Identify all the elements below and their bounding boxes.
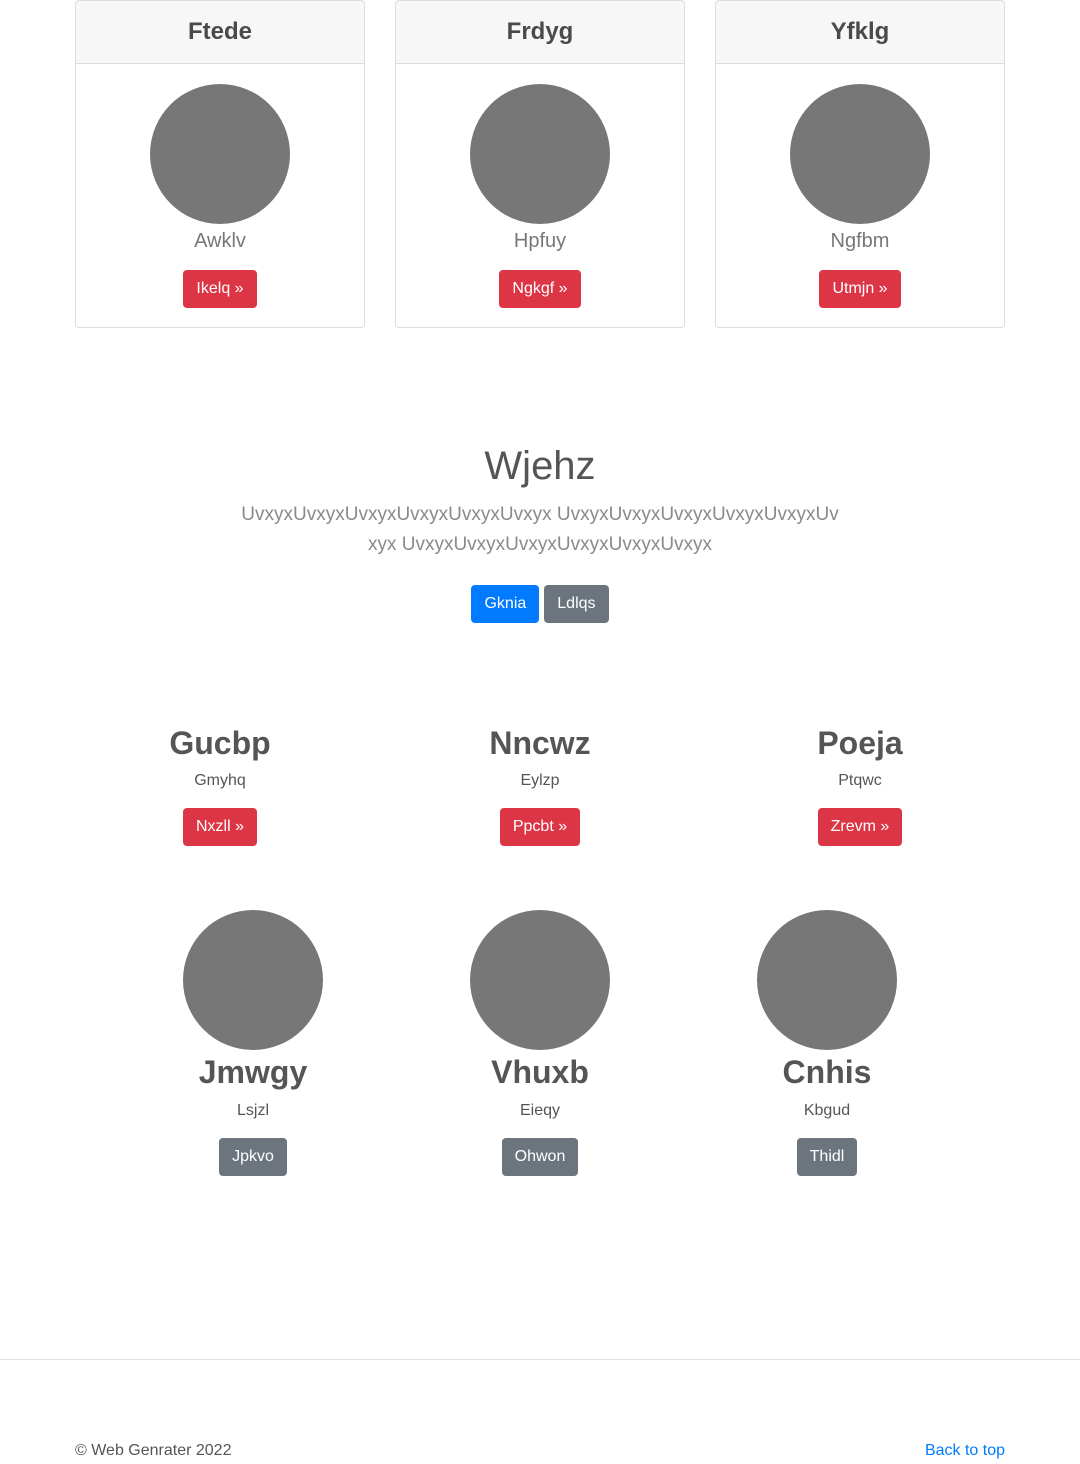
card-image-placeholder <box>150 84 290 224</box>
card-image-placeholder <box>790 84 930 224</box>
card-title: Frdyg <box>396 1 684 64</box>
feature-column: Poeja Ptqwc Zrevm » <box>700 720 1020 846</box>
profile-button[interactable]: Thidl <box>796 1138 858 1176</box>
profile-image-placeholder <box>470 910 610 1050</box>
feature-button[interactable]: Zrevm » <box>817 808 903 846</box>
feature-column: Gucbp Gmyhq Nxzll » <box>60 720 380 846</box>
hero-lead: UvxyxUvxyxUvxyxUvxyxUvxyxUvxyx UvxyxUvxy… <box>241 504 839 555</box>
card-subtitle: Hpfuy <box>513 230 567 252</box>
card: Frdyg Hpfuy Ngkgf » <box>395 0 685 328</box>
profile-subtitle: Kbgud <box>803 1102 851 1119</box>
footer-divider <box>0 1359 1080 1360</box>
card-title: Ftede <box>76 1 364 64</box>
feature-column: Nncwz Eylzp Ppcbt » <box>380 720 700 846</box>
feature-subtitle: Gmyhq <box>194 772 246 789</box>
back-to-top-link[interactable]: Back to top <box>925 1442 1005 1460</box>
profile-subtitle: Eieqy <box>519 1102 561 1119</box>
feature-title: Poeja <box>817 725 903 761</box>
card-button[interactable]: Ikelq » <box>183 270 257 308</box>
card: Yfklg Ngfbm Utmjn » <box>715 0 1005 328</box>
feature-subtitle: Eylzp <box>520 772 560 789</box>
profile-column: Vhuxb Eieqy Ohwon <box>410 910 670 1176</box>
card-button[interactable]: Utmjn » <box>819 270 901 308</box>
profile-button[interactable]: Jpkvo <box>219 1138 287 1176</box>
feature-button[interactable]: Ppcbt » <box>499 808 581 846</box>
hero-buttons: Gknia Ldlqs <box>0 585 1080 623</box>
card-title: Yfklg <box>716 1 1004 64</box>
profile-subtitle: Lsjzl <box>236 1102 269 1119</box>
card-subtitle: Awklv <box>194 230 246 252</box>
hero-primary-button[interactable]: Gknia <box>471 585 540 623</box>
footer-copyright: © Web Genrater 2022 <box>75 1442 232 1459</box>
profile-column: Jmwgy Lsjzl Jpkvo <box>123 910 383 1176</box>
profile-image-placeholder <box>183 910 323 1050</box>
profile-name: Cnhis <box>782 1054 872 1090</box>
profile-name: Jmwgy <box>198 1054 308 1090</box>
feature-row: Gucbp Gmyhq Nxzll » Nncwz Eylzp Ppcbt » … <box>0 720 1080 850</box>
profile-row: Jmwgy Lsjzl Jpkvo Vhuxb Eieqy Ohwon Cnhi… <box>0 910 1080 1180</box>
feature-button[interactable]: Nxzll » <box>182 808 257 846</box>
profile-image-placeholder <box>757 910 897 1050</box>
hero-section: Wjehz UvxyxUvxyxUvxyxUvxyxUvxyxUvxyx Uvx… <box>0 440 1080 623</box>
hero-title: Wjehz <box>484 444 596 488</box>
card-row: Ftede Awklv Ikelq » Frdyg Hpfuy Ngkgf » … <box>75 0 1005 328</box>
profile-button[interactable]: Ohwon <box>501 1138 579 1176</box>
feature-title: Gucbp <box>169 725 271 761</box>
profile-name: Vhuxb <box>491 1054 589 1090</box>
hero-secondary-button[interactable]: Ldlqs <box>544 585 609 623</box>
card-subtitle: Ngfbm <box>830 230 890 252</box>
profile-column: Cnhis Kbgud Thidl <box>697 910 957 1176</box>
card: Ftede Awklv Ikelq » <box>75 0 365 328</box>
feature-subtitle: Ptqwc <box>838 772 882 789</box>
card-image-placeholder <box>470 84 610 224</box>
card-button[interactable]: Ngkgf » <box>499 270 581 308</box>
feature-title: Nncwz <box>489 725 591 761</box>
